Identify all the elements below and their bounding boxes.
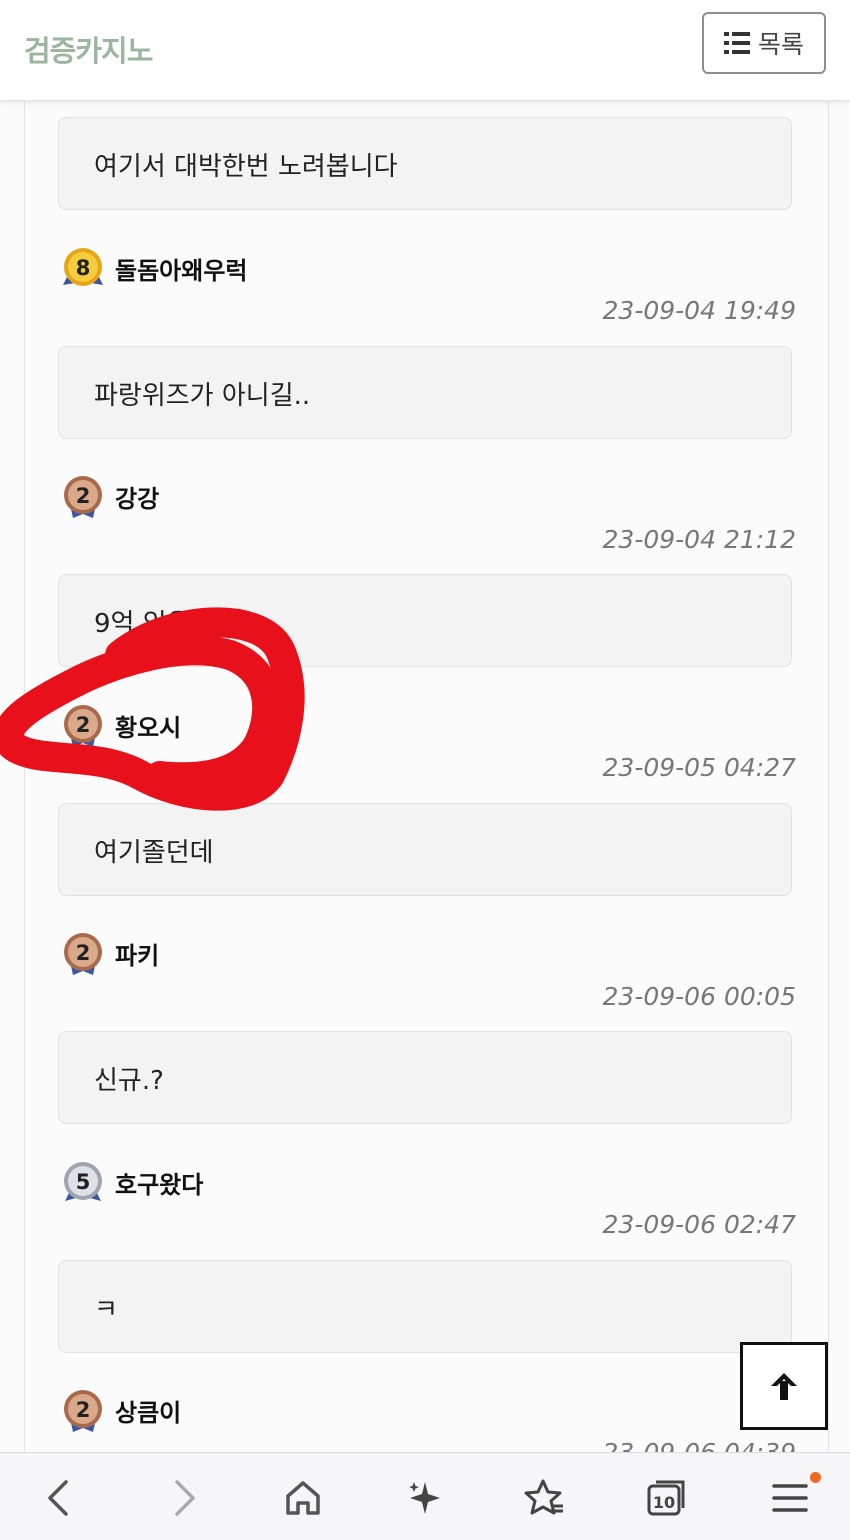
level-number: 2 <box>76 713 91 737</box>
back-icon <box>48 1480 68 1516</box>
level-number: 8 <box>76 256 91 280</box>
author-name: 상큼이 <box>115 1398 182 1427</box>
level-number: 2 <box>76 941 91 965</box>
comment-date: 23-09-05 04:27 <box>602 753 796 782</box>
sparkle-icon <box>409 1482 440 1514</box>
author-name: 파키 <box>115 941 160 970</box>
level-badge-icon: 2 <box>61 700 105 750</box>
comment-author[interactable]: 5 호구왔다 <box>61 1157 203 1207</box>
comment-author[interactable]: 2 상큼이 <box>61 1385 181 1435</box>
home-icon <box>286 1481 320 1515</box>
level-badge-icon: 5 <box>61 1157 105 1207</box>
comment-text: 여기서 대박한번 노려봅니다 <box>94 152 398 182</box>
level-number: 5 <box>76 1170 91 1194</box>
comment-text: ㅋ <box>94 1295 118 1325</box>
menu-button[interactable] <box>765 1475 815 1521</box>
bookmark-button[interactable] <box>520 1475 570 1521</box>
level-badge-icon: 2 <box>61 1385 105 1435</box>
comment-date: 23-09-04 21:12 <box>602 525 796 554</box>
author-name: 강강 <box>115 484 160 513</box>
comment-body: ㅋ <box>58 1260 792 1353</box>
comment-text: 파랑위즈가 아니길.. <box>94 381 311 411</box>
list-button-label: 목록 <box>757 30 804 59</box>
tabs-button[interactable]: 10 <box>642 1475 692 1521</box>
comment-text: 여기졸던데 <box>94 838 214 868</box>
level-badge-icon: 8 <box>61 243 105 293</box>
list-button[interactable]: 목록 <box>702 12 826 74</box>
comment-body: 신규.? <box>58 1031 792 1124</box>
comment-author[interactable]: 2 강강 <box>61 471 159 521</box>
comment-body: 여기졸던데 <box>58 803 792 896</box>
author-name: 황오시 <box>115 713 182 742</box>
author-name: 호구왔다 <box>115 1170 204 1199</box>
forward-icon <box>175 1480 195 1516</box>
notification-dot <box>810 1472 821 1483</box>
comment-author[interactable]: 2 파키 <box>61 928 159 978</box>
tab-count: 10 <box>653 1493 675 1512</box>
level-badge-icon: 2 <box>61 928 105 978</box>
comment-body: 파랑위즈가 아니길.. <box>58 346 792 439</box>
browser-bottom-bar: 10 <box>0 1452 850 1540</box>
tabs-icon: 10 <box>647 1480 685 1516</box>
top-header: 검증카지노 목록 <box>0 0 850 101</box>
level-badge-icon: 2 <box>61 471 105 521</box>
home-button[interactable] <box>278 1475 328 1521</box>
comment-date: 23-09-06 04:39 <box>603 1438 796 1452</box>
comment-list: 여기서 대박한번 노려봅니다 8 돌돔아왜우럭 23-09-04 19:49 파… <box>24 100 829 1452</box>
level-number: 2 <box>76 1398 91 1422</box>
menu-icon <box>772 1484 808 1512</box>
level-number: 2 <box>76 484 91 508</box>
sparkle-button[interactable] <box>400 1475 450 1521</box>
site-logo[interactable]: 검증카지노 <box>24 28 153 70</box>
comment-date: 23-09-06 02:47 <box>602 1210 796 1239</box>
arrow-up-icon <box>771 1373 797 1400</box>
author-name: 돌돔아왜우럭 <box>115 256 248 285</box>
comment-date: 23-09-06 00:05 <box>602 982 796 1011</box>
comment-text: 신규.? <box>94 1066 164 1096</box>
comment-date: 23-09-04 19:49 <box>602 296 796 325</box>
comment-text: 9억 있음 <box>94 609 191 639</box>
comment-body: 여기서 대박한번 노려봅니다 <box>58 117 792 210</box>
forward-button[interactable] <box>158 1475 208 1521</box>
list-icon <box>723 32 750 54</box>
comment-body: 9억 있음 <box>58 574 792 667</box>
comment-author[interactable]: 8 돌돔아왜우럭 <box>61 243 247 293</box>
scroll-top-button[interactable] <box>740 1342 828 1430</box>
comment-author[interactable]: 2 황오시 <box>61 700 181 750</box>
back-button[interactable] <box>35 1475 85 1521</box>
star-bookmark-icon <box>524 1479 563 1515</box>
